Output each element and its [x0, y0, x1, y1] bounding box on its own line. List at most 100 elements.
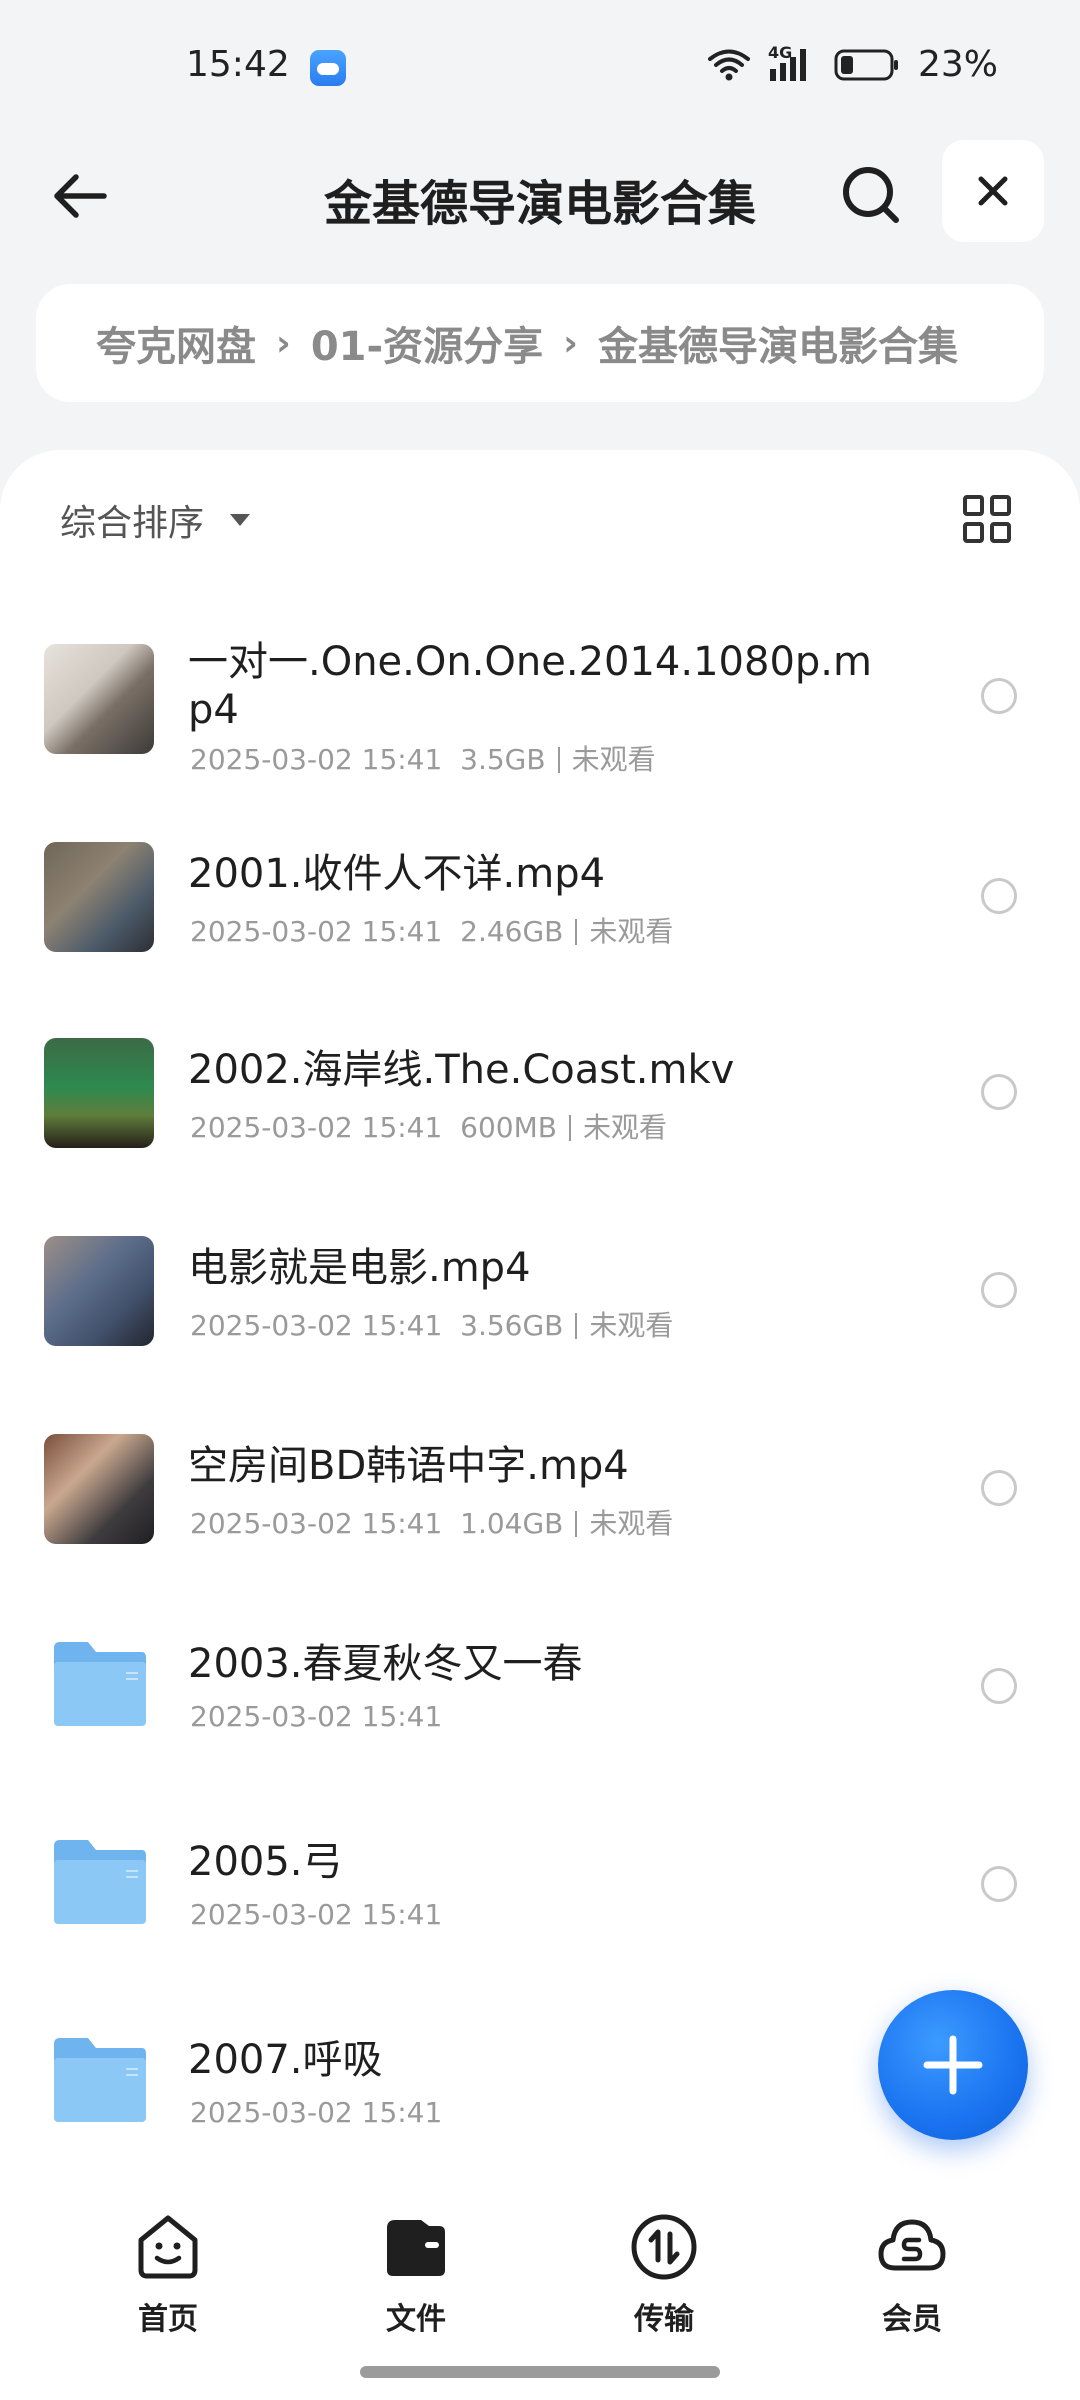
transfer-icon — [631, 2214, 697, 2280]
file-meta: 2025-03-02 15:41 3.5GB 未观看 — [190, 738, 656, 778]
select-checkbox[interactable] — [981, 678, 1017, 714]
file-size: 3.5GB — [460, 743, 546, 776]
battery-percent: 23% — [917, 44, 998, 85]
wifi-icon — [707, 49, 750, 80]
grid-icon — [963, 495, 1011, 543]
list-item[interactable]: 空房间BD韩语中字.mp4 2025-03-02 15:41 1.04GB 未观看 — [0, 1392, 1080, 1590]
chevron-right-icon: › — [276, 322, 291, 364]
meta-divider — [575, 1511, 578, 1537]
cellular-signal-icon: 4G — [768, 43, 816, 83]
file-size: 2.46GB — [460, 915, 564, 948]
home-indicator[interactable] — [360, 2366, 720, 2378]
list-item[interactable]: 2005.弓 2025-03-02 15:41 — [0, 1788, 1080, 1986]
file-meta: 2025-03-02 15:41 3.56GB 未观看 — [190, 1304, 673, 1344]
meta-divider — [568, 1115, 571, 1141]
nav-item-transfer[interactable]: 传输 — [594, 2210, 734, 2338]
list-item[interactable]: 电影就是电影.mp4 2025-03-02 15:41 3.56GB 未观看 — [0, 1194, 1080, 1392]
watch-status: 未观看 — [589, 915, 674, 948]
video-thumbnail — [44, 1236, 154, 1346]
breadcrumb-item-root[interactable]: 夸克网盘 — [96, 314, 256, 372]
breadcrumb-item-share[interactable]: 01-资源分享 — [311, 314, 543, 372]
folder-icon — [54, 1840, 146, 1924]
meta-divider — [575, 919, 578, 945]
watch-status: 未观看 — [571, 743, 656, 776]
select-checkbox[interactable] — [981, 1668, 1017, 1704]
nav-label-files: 文件 — [386, 2302, 446, 2337]
folder-name: 2003.春夏秋冬又一春 — [188, 1641, 583, 1687]
plus-icon — [923, 2035, 983, 2095]
nav-label-transfer: 传输 — [634, 2302, 694, 2337]
file-meta: 2025-03-02 15:41 1.04GB 未观看 — [190, 1502, 673, 1542]
file-date: 2025-03-02 15:41 — [190, 743, 443, 776]
file-name: 一对一.One.On.One.2014.1080p.mp4 — [188, 639, 872, 733]
file-size: 1.04GB — [460, 1507, 564, 1540]
status-bar: 15:42 4G 23% — [0, 0, 1080, 140]
select-checkbox[interactable] — [981, 1272, 1017, 1308]
cloud-member-icon — [878, 2219, 946, 2271]
battery-icon — [834, 49, 898, 80]
status-icons: 4G 23% — [707, 43, 998, 85]
folder-icon — [54, 2038, 146, 2122]
file-date: 2025-03-02 15:41 — [190, 1898, 443, 1931]
file-list: 一对一.One.On.One.2014.1080p.mp4 2025-03-02… — [0, 590, 1080, 2184]
watch-status: 未观看 — [582, 1111, 667, 1144]
header: 金基德导演电影合集 — [0, 140, 1080, 250]
meta-divider — [575, 1313, 578, 1339]
nav-item-files[interactable]: 文件 — [346, 2210, 486, 2338]
file-size: 3.56GB — [460, 1309, 564, 1342]
file-date: 2025-03-02 15:41 — [190, 1700, 443, 1733]
weather-icon — [310, 50, 346, 86]
file-name: 2002.海岸线.The.Coast.mkv — [188, 1047, 735, 1093]
watch-status: 未观看 — [589, 1507, 674, 1540]
nav-item-home[interactable]: 首页 — [98, 2210, 238, 2338]
file-date: 2025-03-02 15:41 — [190, 915, 443, 948]
meta-divider — [557, 747, 560, 773]
add-button[interactable] — [878, 1990, 1028, 2140]
select-checkbox[interactable] — [981, 1074, 1017, 1110]
nav-label-home: 首页 — [138, 2302, 198, 2337]
status-time: 15:42 — [186, 44, 290, 85]
file-date: 2025-03-02 15:41 — [190, 1507, 443, 1540]
home-smile-icon — [138, 2215, 198, 2279]
search-button[interactable] — [834, 158, 910, 234]
nav-item-member[interactable]: 会员 — [842, 2210, 982, 2338]
select-checkbox[interactable] — [981, 1866, 1017, 1902]
bottom-nav: 首页 文件 传输 会员 — [0, 2180, 1080, 2400]
file-meta: 2025-03-02 15:41 — [190, 1898, 442, 1931]
folder-name: 2007.呼吸 — [188, 2037, 383, 2083]
watch-status: 未观看 — [589, 1309, 674, 1342]
file-date: 2025-03-02 15:41 — [190, 1111, 443, 1144]
sort-dropdown[interactable]: 综合排序 — [60, 494, 251, 546]
list-item[interactable]: 2003.春夏秋冬又一春 2025-03-02 15:41 — [0, 1590, 1080, 1788]
page-title: 金基德导演电影合集 — [323, 176, 756, 232]
file-meta: 2025-03-02 15:41 — [190, 1700, 442, 1733]
list-item[interactable]: 2001.收件人不详.mp4 2025-03-02 15:41 2.46GB 未观… — [0, 798, 1080, 996]
chevron-right-icon: › — [563, 322, 578, 364]
file-date: 2025-03-02 15:41 — [190, 2096, 443, 2129]
file-list-panel: 综合排序 一对一.One.On.One.2014.1080p.mp4 2025-… — [0, 450, 1080, 2180]
folder-name: 2005.弓 — [188, 1839, 343, 1885]
file-meta: 2025-03-02 15:41 — [190, 2096, 442, 2129]
video-thumbnail — [44, 1434, 154, 1544]
folder-icon — [54, 1642, 146, 1726]
file-name: 电影就是电影.mp4 — [188, 1245, 531, 1291]
nav-label-member: 会员 — [882, 2302, 942, 2337]
file-name: 2001.收件人不详.mp4 — [188, 851, 606, 897]
list-item[interactable]: 一对一.One.On.One.2014.1080p.mp4 2025-03-02… — [0, 590, 1080, 798]
close-button[interactable] — [942, 140, 1044, 242]
video-thumbnail — [44, 1038, 154, 1148]
caret-down-icon — [230, 514, 251, 526]
grid-view-button[interactable] — [962, 494, 1012, 544]
file-name: 空房间BD韩语中字.mp4 — [188, 1443, 629, 1489]
search-icon — [843, 167, 899, 223]
sort-label: 综合排序 — [60, 503, 205, 544]
wallet-folder-icon — [387, 2220, 445, 2276]
list-item[interactable]: 2002.海岸线.The.Coast.mkv 2025-03-02 15:41 … — [0, 996, 1080, 1194]
select-checkbox[interactable] — [981, 878, 1017, 914]
breadcrumb: 夸克网盘 › 01-资源分享 › 金基德导演电影合集 — [36, 284, 1044, 402]
breadcrumb-item-current[interactable]: 金基德导演电影合集 — [598, 314, 958, 372]
video-thumbnail — [44, 842, 154, 952]
select-checkbox[interactable] — [981, 1470, 1017, 1506]
file-meta: 2025-03-02 15:41 2.46GB 未观看 — [190, 910, 673, 950]
close-icon — [978, 176, 1008, 206]
